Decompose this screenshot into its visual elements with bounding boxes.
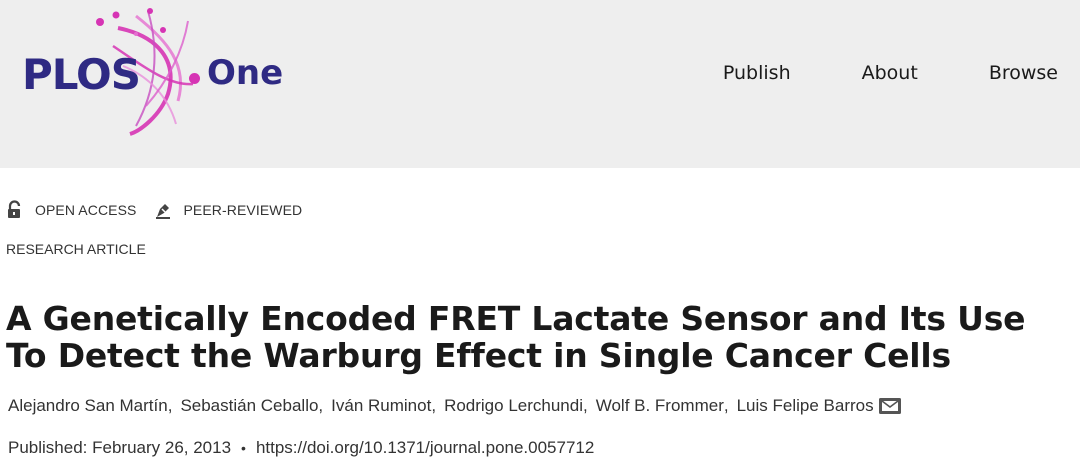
article-type: RESEARCH ARTICLE — [6, 241, 146, 257]
article-title: A Genetically Encoded FRET Lactate Senso… — [6, 299, 1026, 375]
peer-reviewed-badge: PEER-REVIEWED — [154, 200, 302, 220]
author-name[interactable]: Alejandro San Martín — [8, 396, 168, 416]
site-header: PLOS One Publish About Browse — [0, 0, 1080, 168]
unlock-icon — [6, 200, 24, 220]
article-badges: OPEN ACCESS PEER-REVIEWED — [6, 200, 320, 220]
author-list: Alejandro San Martín, Sebastián Ceballo,… — [8, 396, 901, 416]
author-name[interactable]: Sebastián Ceballo — [180, 396, 318, 416]
nav-publish[interactable]: Publish — [723, 62, 791, 84]
author-name[interactable]: Rodrigo Lerchundi — [444, 396, 583, 416]
plos-one-logo[interactable]: PLOS One — [18, 6, 318, 146]
logo-suffix: One — [207, 53, 284, 93]
publication-info: Published: February 26, 2013 • https://d… — [8, 438, 594, 458]
open-access-label: OPEN ACCESS — [35, 202, 137, 218]
logo-wordmark: PLOS — [22, 50, 141, 99]
author-separator: , — [167, 396, 173, 415]
author-separator: , — [582, 396, 588, 415]
published-date: Published: February 26, 2013 — [8, 438, 232, 457]
pen-icon — [154, 200, 172, 220]
author-name[interactable]: Luis Felipe Barros — [737, 396, 874, 416]
bullet-separator: • — [241, 440, 246, 456]
mail-icon[interactable] — [878, 398, 901, 414]
nav-about[interactable]: About — [862, 62, 918, 84]
peer-reviewed-label: PEER-REVIEWED — [183, 202, 303, 218]
author-name[interactable]: Wolf B. Frommer — [596, 396, 724, 416]
author-separator: , — [318, 396, 324, 415]
author-separator: , — [723, 396, 729, 415]
logo-dot — [189, 73, 200, 84]
main-nav: Publish About Browse — [723, 62, 1058, 84]
doi-link[interactable]: https://doi.org/10.1371/journal.pone.005… — [256, 438, 594, 458]
open-access-badge: OPEN ACCESS — [6, 200, 136, 220]
author-separator: , — [431, 396, 437, 415]
author-name[interactable]: Iván Ruminot — [331, 396, 431, 416]
nav-browse[interactable]: Browse — [989, 62, 1058, 84]
